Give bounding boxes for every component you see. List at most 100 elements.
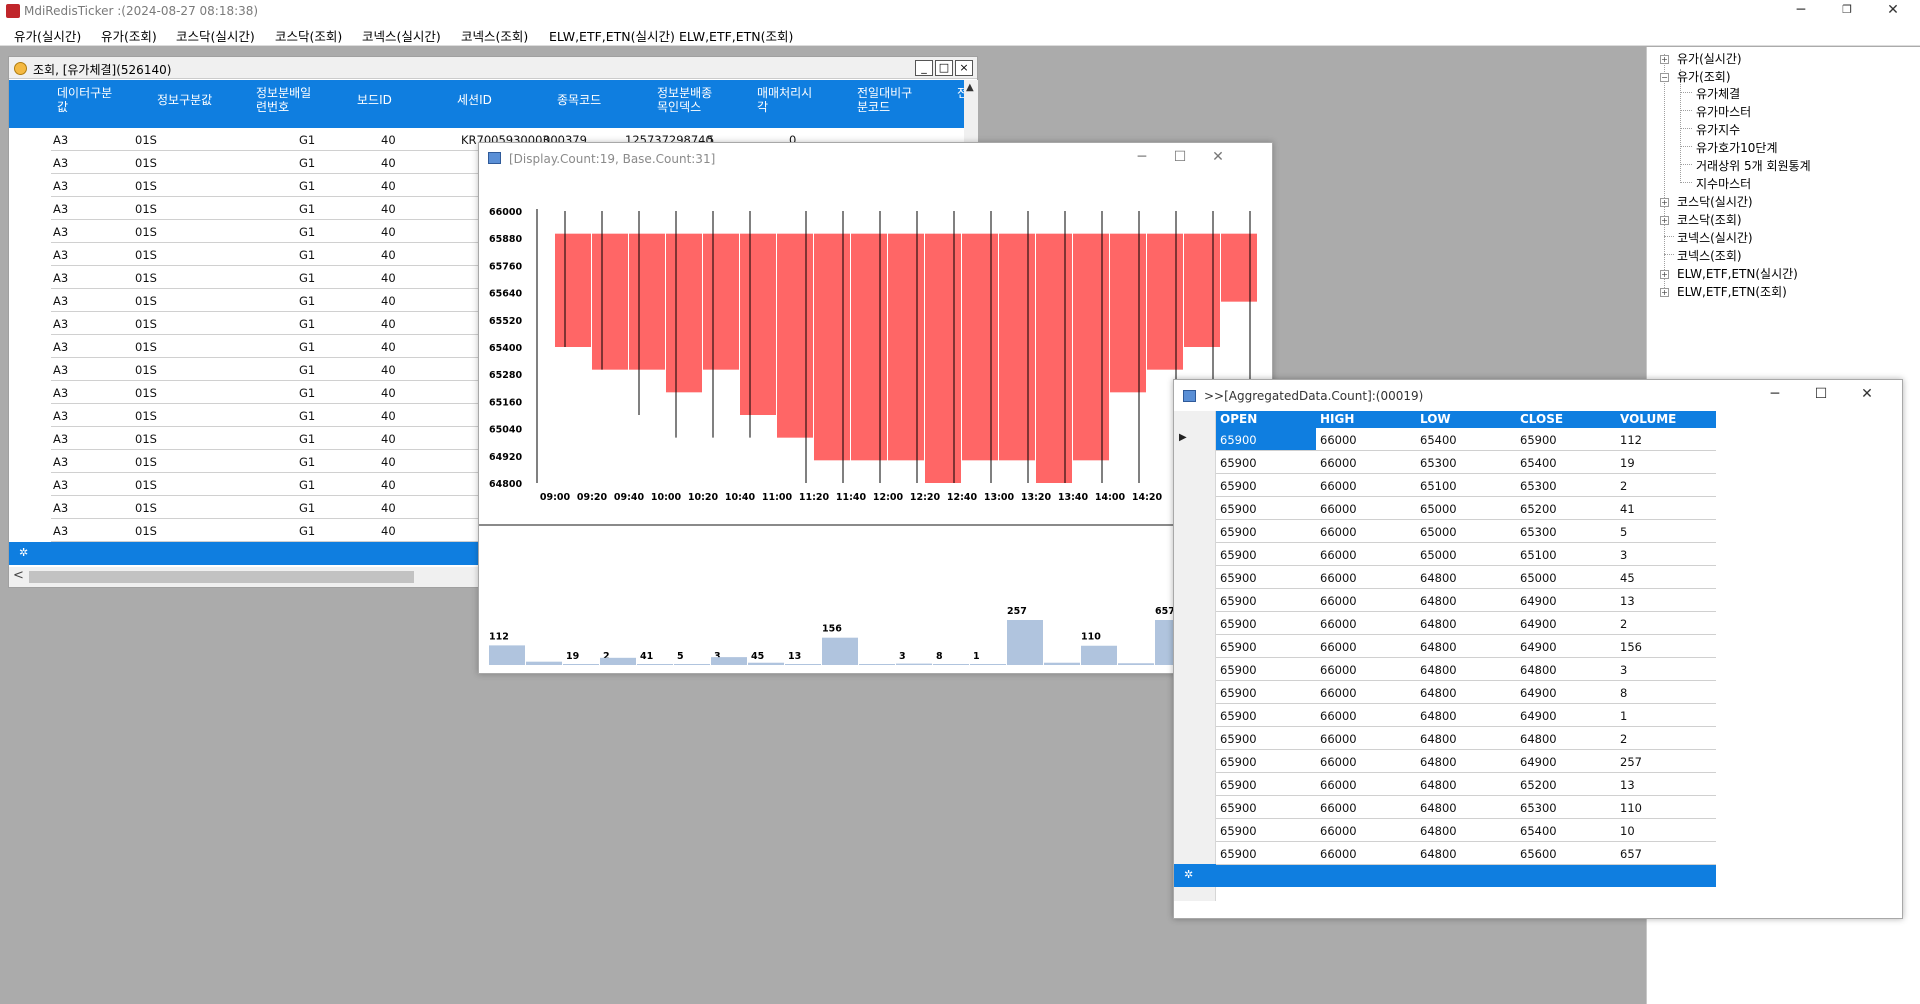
tree-node-kospi-trade[interactable]: 유가체결 (1696, 85, 1740, 102)
agg-cell[interactable]: 65900 (1220, 686, 1257, 700)
agg-cell[interactable]: 64800 (1420, 617, 1457, 631)
col-header-trade-time[interactable]: 매매처리시 각 (757, 86, 812, 114)
agg-cell[interactable]: 2 (1620, 479, 1627, 493)
agg-cell[interactable]: 65900 (1220, 640, 1257, 654)
agg-col-close[interactable]: CLOSE (1520, 412, 1563, 426)
agg-row[interactable]: 65900 66000 64800 65200 13 (1216, 773, 1716, 796)
agg-cell[interactable]: 156 (1620, 640, 1642, 654)
table-cell[interactable]: G1 (299, 156, 315, 170)
agg-row[interactable]: 65900 66000 64800 64900 13 (1216, 589, 1716, 612)
table-cell[interactable]: 40 (381, 156, 396, 170)
agg-cell[interactable]: 65900 (1220, 778, 1257, 792)
agg-cell[interactable]: 66000 (1320, 778, 1357, 792)
agg-cell[interactable]: 65000 (1420, 525, 1457, 539)
col-header-symbol-index[interactable]: 정보분배종 목인덱스 (657, 86, 712, 114)
agg-cell[interactable]: 65200 (1520, 502, 1557, 516)
col-header-data-type[interactable]: 데이터구분 값 (57, 86, 112, 114)
agg-cell[interactable]: 2 (1620, 732, 1627, 746)
grid-minimize-button[interactable]: _ (915, 60, 933, 76)
agg-cell[interactable]: 64800 (1420, 801, 1457, 815)
table-cell[interactable]: A3 (53, 294, 68, 308)
close-button[interactable]: ✕ (1870, 0, 1916, 22)
tree-expander-1[interactable]: − (1660, 73, 1669, 82)
table-cell[interactable]: 40 (381, 133, 396, 147)
menu-elw-query[interactable]: ELW,ETF,ETN(조회) (679, 26, 793, 45)
table-cell[interactable]: A3 (53, 340, 68, 354)
menu-kosdaq-realtime[interactable]: 코스닥(실시간) (176, 26, 255, 45)
agg-cell[interactable]: 66000 (1320, 709, 1357, 723)
table-cell[interactable]: G1 (299, 294, 315, 308)
agg-row[interactable]: 65900 66000 64800 64900 156 (1216, 635, 1716, 658)
agg-col-volume[interactable]: VOLUME (1620, 412, 1676, 426)
menu-kospi-query[interactable]: 유가(조회) (101, 26, 157, 45)
agg-row[interactable]: 65900 66000 64800 64800 2 (1216, 727, 1716, 750)
agg-cell[interactable]: 66000 (1320, 433, 1357, 447)
agg-cell[interactable]: 66000 (1320, 594, 1357, 608)
agg-cell[interactable]: 65900 (1220, 755, 1257, 769)
table-cell[interactable]: G1 (299, 317, 315, 331)
tree-node-top5-members[interactable]: 거래상위 5개 회원통계 (1696, 157, 1811, 174)
agg-cell[interactable]: 65400 (1520, 824, 1557, 838)
table-cell[interactable]: A3 (53, 179, 68, 193)
restore-button[interactable]: ❐ (1824, 0, 1870, 22)
tree-expander-6[interactable]: + (1660, 270, 1669, 279)
tree-expander-2[interactable]: + (1660, 198, 1669, 207)
agg-row[interactable]: 65900 66000 64800 64900 257 (1216, 750, 1716, 773)
table-cell[interactable]: 01S (135, 501, 157, 515)
table-cell[interactable]: 01S (135, 478, 157, 492)
agg-close-button[interactable]: ✕ (1844, 384, 1890, 406)
tree-node-kosdaq-realtime[interactable]: 코스닥(실시간) (1677, 193, 1753, 210)
agg-cell[interactable]: 66000 (1320, 847, 1357, 861)
agg-cell[interactable]: 8 (1620, 686, 1627, 700)
tree-node-kospi-index[interactable]: 유가지수 (1696, 121, 1740, 138)
table-cell[interactable]: G1 (299, 202, 315, 216)
table-cell[interactable]: A3 (53, 225, 68, 239)
agg-row[interactable]: 65900 66000 65100 65300 2 (1216, 474, 1716, 497)
tree-node-kospi-realtime[interactable]: 유가(실시간) (1677, 50, 1742, 67)
table-cell[interactable]: 01S (135, 432, 157, 446)
tree-node-konex-query[interactable]: 코넥스(조회) (1677, 247, 1742, 264)
agg-cell[interactable]: 65900 (1220, 525, 1257, 539)
agg-cell[interactable]: 64800 (1420, 824, 1457, 838)
table-cell[interactable]: G1 (299, 340, 315, 354)
table-cell[interactable]: G1 (299, 386, 315, 400)
scrollbar-thumb[interactable] (29, 571, 414, 583)
agg-cell[interactable]: 65900 (1220, 709, 1257, 723)
table-cell[interactable]: A3 (53, 478, 68, 492)
agg-cell[interactable]: 65900 (1220, 594, 1257, 608)
table-cell[interactable]: G1 (299, 478, 315, 492)
table-cell[interactable]: G1 (299, 409, 315, 423)
menu-kosdaq-query[interactable]: 코스닥(조회) (275, 26, 342, 45)
table-cell[interactable]: 01S (135, 294, 157, 308)
agg-cell[interactable]: 66000 (1320, 732, 1357, 746)
agg-row[interactable]: 65900 66000 64800 64900 2 (1216, 612, 1716, 635)
agg-cell[interactable]: 64800 (1420, 594, 1457, 608)
menu-konex-realtime[interactable]: 코넥스(실시간) (362, 26, 441, 45)
scroll-up-icon[interactable]: ▲ (966, 82, 974, 93)
table-cell[interactable]: 40 (381, 271, 396, 285)
col-header-symbol[interactable]: 종목코드 (557, 93, 601, 107)
table-cell[interactable]: 01S (135, 156, 157, 170)
agg-cell[interactable]: 65900 (1220, 732, 1257, 746)
table-cell[interactable]: 40 (381, 248, 396, 262)
agg-cell[interactable]: 65100 (1520, 548, 1557, 562)
agg-cell[interactable]: 64800 (1520, 663, 1557, 677)
agg-cell[interactable]: 45 (1620, 571, 1635, 585)
table-cell[interactable]: G1 (299, 363, 315, 377)
agg-row[interactable]: 65900 66000 65000 65300 5 (1216, 520, 1716, 543)
tree-node-kospi-query[interactable]: 유가(조회) (1677, 68, 1731, 85)
table-cell[interactable]: G1 (299, 248, 315, 262)
agg-cell[interactable]: 64800 (1420, 686, 1457, 700)
agg-cell[interactable]: 19 (1620, 456, 1635, 470)
agg-cell[interactable]: 64800 (1420, 755, 1457, 769)
agg-cell[interactable]: 64900 (1520, 617, 1557, 631)
agg-cell[interactable]: 3 (1620, 663, 1627, 677)
table-cell[interactable]: 01S (135, 409, 157, 423)
col-header-info-type[interactable]: 정보구분값 (157, 93, 212, 107)
agg-cell[interactable]: 66000 (1320, 824, 1357, 838)
agg-cell[interactable]: 657 (1620, 847, 1642, 861)
table-cell[interactable]: A3 (53, 455, 68, 469)
table-cell[interactable]: 01S (135, 455, 157, 469)
table-cell[interactable]: 01S (135, 386, 157, 400)
agg-cell[interactable]: 66000 (1320, 525, 1357, 539)
